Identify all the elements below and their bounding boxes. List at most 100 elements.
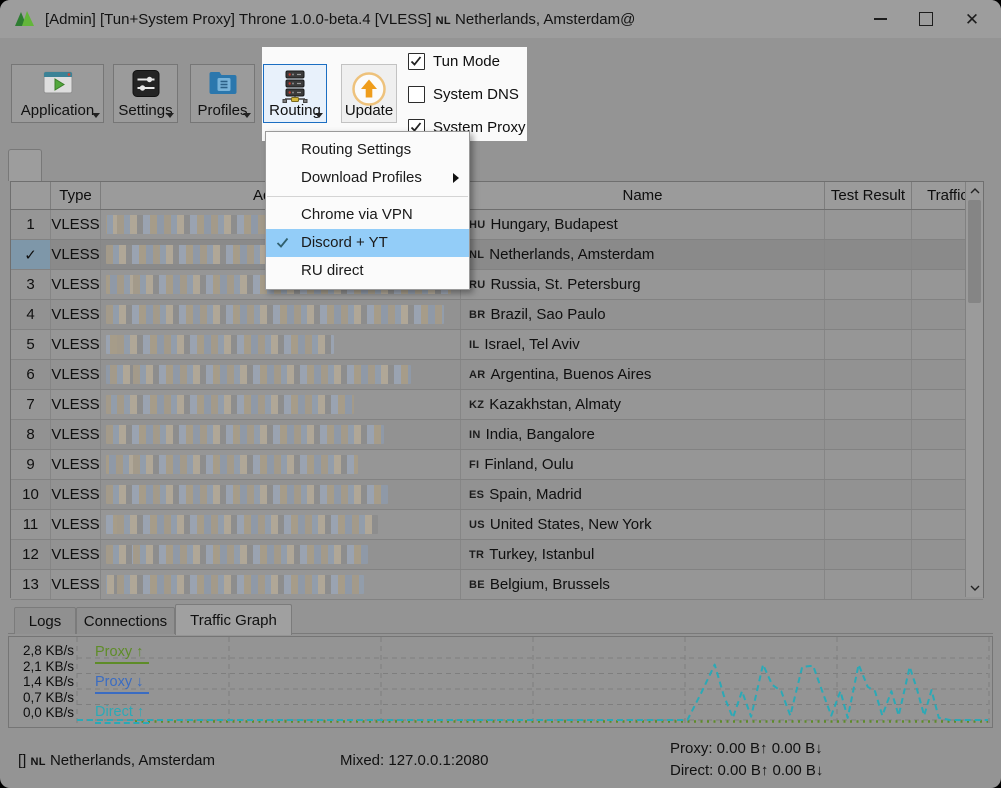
menu-item-discord-yt[interactable]: Discord + YT [266,229,469,257]
menu-item-label: Download Profiles [301,169,422,186]
row-number-cell: 3 [11,270,51,299]
tun-mode-label: Tun Mode [433,52,500,70]
server-table-header[interactable]: TypeAddressNameTest ResultTraffic [11,182,983,210]
row-name-cell: NL Netherlands, Amsterdam [461,240,825,269]
routing-button[interactable]: Routing [263,64,327,123]
close-icon: ✕ [964,9,980,29]
checkmark-icon [410,55,422,66]
tab-traffic-graph[interactable]: Traffic Graph [175,604,292,635]
row-name-cell: IL Israel, Tel Aviv [461,330,825,359]
menu-item-download-profiles[interactable]: Download Profiles [266,164,469,192]
maximize-button[interactable] [903,0,949,38]
column-header-name[interactable]: Name [461,182,825,209]
country-code: TR [469,548,485,561]
tab-connections-label: Connections [83,612,168,630]
country-code: BR [469,308,486,321]
table-row[interactable]: 11 VLESS US United States, New York [11,510,983,540]
dropdown-caret-icon [315,113,323,118]
y-tick-label: 0,7 KB/s [22,689,74,705]
row-type-cell: VLESS [51,330,101,359]
row-number-cell: 4 [11,300,51,329]
country-code: FI [469,458,480,471]
column-header-type[interactable]: Type [51,182,101,209]
table-row[interactable]: 10 VLESS ES Spain, Madrid [11,480,983,510]
menu-item-ru-direct[interactable]: RU direct [266,257,469,285]
row-type-cell: VLESS [51,480,101,509]
row-number-cell: 10 [11,480,51,509]
close-button[interactable]: ✕ [949,0,995,38]
table-row[interactable]: 7 VLESS KZ Kazakhstan, Almaty [11,390,983,420]
scroll-up-arrow[interactable] [966,182,983,200]
application-button[interactable]: Application [11,64,104,123]
country-code: KZ [469,398,485,411]
row-number-cell: 9 [11,450,51,479]
row-test-result-cell [825,570,912,599]
scroll-down-arrow[interactable] [966,579,983,597]
row-test-result-cell [825,450,912,479]
minimize-icon [873,18,887,20]
table-row[interactable]: 5 VLESS IL Israel, Tel Aviv [11,330,983,360]
settings-button[interactable]: Settings [113,64,178,123]
bottom-tab-bar: Logs Connections Traffic Graph [0,604,1001,635]
traffic-graph: 2,8 KB/s 2,1 KB/s 1,4 KB/s 0,7 KB/s 0,0 KB/s… [8,636,993,728]
checkbox-box [408,85,425,103]
row-address-cell [101,540,461,569]
censored-address [106,305,444,324]
chevron-down-icon [970,585,979,591]
title-bar[interactable]: [Admin] [Tun+System Proxy] Throne 1.0.0-… [0,0,1001,38]
row-name-cell: HU Hungary, Budapest [461,210,825,239]
row-number-cell: 11 [11,510,51,539]
row-type-cell: VLESS [51,240,101,269]
table-row[interactable]: 1 VLESS HU Hungary, Budapest [11,210,983,240]
table-row[interactable]: ✓ VLESS NL Netherlands, Amsterdam [11,240,983,270]
routing-button-label: Routing [269,102,321,119]
profiles-button[interactable]: Profiles [190,64,255,123]
tab-connections[interactable]: Connections [76,607,175,634]
minimize-button[interactable] [857,0,903,38]
row-type-cell: VLESS [51,300,101,329]
system-dns-checkbox[interactable]: System DNS [408,84,526,104]
table-row[interactable]: 12 VLESS TR Turkey, Istanbul [11,540,983,570]
row-type-cell: VLESS [51,420,101,449]
scrollbar-thumb[interactable] [968,200,981,303]
table-corner-tab[interactable] [8,149,42,181]
table-row[interactable]: 8 VLESS IN India, Bangalore [11,420,983,450]
table-scrollbar[interactable] [965,182,983,597]
country-code: ES [469,488,485,501]
menu-item-routing-settings[interactable]: Routing Settings [266,136,469,164]
table-row[interactable]: 3 VLESS RU Russia, St. Petersburg [11,270,983,300]
censored-address [106,425,384,444]
tab-logs[interactable]: Logs [14,607,76,634]
row-test-result-cell [825,240,912,269]
application-window-icon [43,71,72,94]
legend-proxy-: Proxy ↑ [95,644,149,664]
legend-direct-: Direct ↑ [95,704,149,724]
y-tick-label: 0,0 KB/s [22,705,74,720]
column-header-test-result[interactable]: Test Result [825,182,912,209]
menu-item-label: Routing Settings [301,141,412,158]
update-button[interactable]: Update [341,64,397,123]
row-name-cell: FI Finland, Oulu [461,450,825,479]
row-number-cell: 6 [11,360,51,389]
censored-address [106,575,364,594]
column-header-row-number[interactable] [11,182,51,209]
row-name-cell: RU Russia, St. Petersburg [461,270,825,299]
row-type-cell: VLESS [51,570,101,599]
dropdown-caret-icon [243,113,251,118]
table-row[interactable]: 4 VLESS BR Brazil, Sao Paulo [11,300,983,330]
row-type-cell: VLESS [51,210,101,239]
table-row[interactable]: 13 VLESS BE Belgium, Brussels [11,570,983,600]
row-type-cell: VLESS [51,270,101,299]
country-code: BE [469,578,485,591]
censored-address [106,515,378,534]
app-window: [Admin] [Tun+System Proxy] Throne 1.0.0-… [0,0,1001,788]
row-address-cell [101,300,461,329]
submenu-arrow-icon [453,173,459,183]
tun-mode-checkbox[interactable]: Tun Mode [408,51,526,71]
row-type-cell: VLESS [51,540,101,569]
table-row[interactable]: 6 VLESS AR Argentina, Buenos Aires [11,360,983,390]
row-test-result-cell [825,420,912,449]
table-row[interactable]: 9 VLESS FI Finland, Oulu [11,450,983,480]
censored-address [106,545,368,564]
menu-item-chrome-via-vpn[interactable]: Chrome via VPN [266,201,469,229]
